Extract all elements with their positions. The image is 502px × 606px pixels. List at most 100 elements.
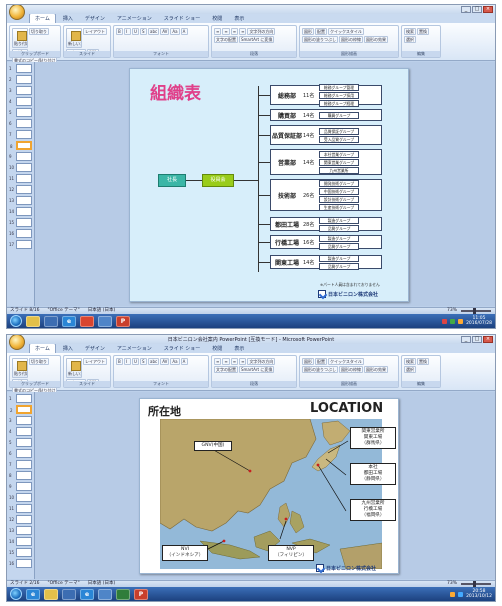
slide-thumbnail[interactable]: 11: [9, 504, 32, 513]
ribbon-button[interactable]: 図形: [302, 28, 314, 35]
office-button-icon[interactable]: [9, 5, 25, 20]
media-player-icon[interactable]: [62, 588, 76, 600]
slide-thumbnail[interactable]: 1: [9, 64, 32, 73]
ribbon-button[interactable]: 文字の配置: [214, 36, 238, 43]
ribbon-button[interactable]: Aa: [170, 28, 180, 35]
ribbon-button[interactable]: ≡: [239, 28, 247, 35]
start-button-icon[interactable]: [10, 588, 22, 600]
slide-thumbnail[interactable]: 3: [9, 416, 32, 425]
ribbon-button[interactable]: S: [140, 28, 147, 35]
slide-thumbnail[interactable]: 8: [10, 141, 32, 150]
ribbon-button[interactable]: レイアウト: [83, 358, 107, 365]
ribbon-button[interactable]: B: [116, 358, 123, 365]
chrome-icon[interactable]: [80, 315, 94, 327]
slide-thumbnail[interactable]: 12: [9, 185, 32, 194]
slide-org-chart[interactable]: 組織表 社長 役員会 総務部 11名 総務グループ管理 総務グループ採用 総務グループ経…: [129, 68, 409, 302]
start-button-icon[interactable]: [10, 315, 22, 327]
ribbon-button[interactable]: 新しいスライド: [66, 28, 82, 48]
slide-thumbnail[interactable]: 4: [9, 427, 32, 436]
ribbon-button[interactable]: ≡: [239, 358, 247, 365]
slide-thumbnail[interactable]: 9: [9, 152, 32, 161]
ribbon-button[interactable]: 文字列の方向: [247, 28, 276, 35]
slide-thumbnail[interactable]: 1: [9, 394, 32, 403]
ribbon-button[interactable]: 図形: [302, 358, 314, 365]
ribbon-tab[interactable]: ホーム: [29, 13, 56, 23]
ribbon-button[interactable]: A: [180, 358, 188, 365]
ribbon-button[interactable]: U: [132, 358, 139, 365]
slide-thumbnail[interactable]: 2: [9, 75, 32, 84]
ribbon-button[interactable]: 選択: [404, 366, 416, 373]
tray-icon[interactable]: [458, 591, 464, 597]
close-icon[interactable]: ×: [483, 6, 493, 13]
ribbon-button[interactable]: 図形の効果: [364, 366, 389, 373]
maximize-icon[interactable]: □: [472, 6, 482, 13]
slide-thumbnail[interactable]: 7: [9, 130, 32, 139]
tray-icon[interactable]: [450, 318, 456, 324]
slide-thumbnail[interactable]: 2: [10, 405, 32, 414]
ribbon-button[interactable]: 図形の塗りつぶし: [302, 366, 339, 373]
ribbon-tab[interactable]: ホーム: [29, 343, 56, 353]
slide-thumbnail[interactable]: 15: [9, 218, 32, 227]
ribbon-button[interactable]: I: [124, 28, 131, 35]
ribbon-button[interactable]: 置換: [417, 28, 429, 35]
slide-thumbnail[interactable]: 14: [9, 207, 32, 216]
ribbon-button[interactable]: 図形の効果: [364, 36, 389, 43]
slide-thumbnail[interactable]: 4: [9, 97, 32, 106]
minimize-icon[interactable]: _: [461, 6, 471, 13]
ribbon-button[interactable]: U: [132, 28, 139, 35]
powerpoint-icon[interactable]: P: [134, 588, 148, 600]
window-icon[interactable]: [98, 315, 112, 327]
ribbon-button[interactable]: 文字列の方向: [247, 358, 276, 365]
ribbon-button[interactable]: AV: [160, 28, 170, 35]
slide-thumbnail[interactable]: 9: [9, 482, 32, 491]
ribbon-button[interactable]: AV: [160, 358, 170, 365]
ribbon-button[interactable]: I: [124, 358, 131, 365]
ribbon-button[interactable]: クイックスタイル: [328, 28, 364, 35]
tray-icon[interactable]: [458, 318, 464, 324]
ribbon-button[interactable]: ≡: [230, 28, 239, 35]
ribbon-tab[interactable]: 表示: [229, 14, 249, 23]
ribbon-button[interactable]: レイアウト: [83, 28, 107, 35]
ribbon-button[interactable]: SmartArt に変換: [239, 366, 275, 373]
explorer-icon[interactable]: [44, 588, 58, 600]
clock[interactable]: 11:05 2016/07/28: [466, 316, 492, 326]
slide-thumbnail[interactable]: 8: [9, 471, 32, 480]
close-icon[interactable]: ×: [483, 336, 493, 343]
ribbon-button[interactable]: ≡: [230, 358, 239, 365]
slide-thumbnail[interactable]: 5: [9, 438, 32, 447]
internet-explorer-icon[interactable]: e: [26, 588, 40, 600]
excel-icon[interactable]: [116, 588, 130, 600]
ribbon-button[interactable]: 切り取り: [29, 358, 49, 365]
ribbon-button[interactable]: 検索: [404, 28, 416, 35]
slide-thumbnail[interactable]: 12: [9, 515, 32, 524]
slide-thumbnail[interactable]: 5: [9, 108, 32, 117]
ribbon-tab[interactable]: スライド ショー: [159, 14, 206, 23]
ribbon-button[interactable]: ≡: [214, 28, 222, 35]
ribbon-tab[interactable]: 挿入: [58, 14, 78, 23]
ribbon-button[interactable]: 貼り付け: [12, 28, 28, 48]
ribbon-button[interactable]: abc: [148, 358, 160, 365]
slide-thumbnail[interactable]: 10: [9, 163, 32, 172]
ribbon-button[interactable]: ≡: [222, 358, 230, 365]
ribbon-button[interactable]: 新しいスライド: [66, 358, 82, 378]
ribbon-button[interactable]: 貼り付け: [12, 358, 28, 378]
ribbon-tab[interactable]: デザイン: [80, 344, 110, 353]
slide-thumbnail[interactable]: 14: [9, 537, 32, 546]
ribbon-tab[interactable]: 挿入: [58, 344, 78, 353]
ribbon-button[interactable]: クイックスタイル: [328, 358, 364, 365]
ribbon-button[interactable]: SmartArt に変換: [239, 36, 275, 43]
tray-icon[interactable]: [442, 318, 448, 324]
powerpoint-icon[interactable]: P: [116, 315, 130, 327]
ribbon-button[interactable]: 配置: [315, 28, 327, 35]
ribbon-button[interactable]: 切り取り: [29, 28, 49, 35]
office-button-icon[interactable]: [9, 335, 25, 350]
slide-thumbnail[interactable]: 13: [9, 526, 32, 535]
ribbon-button[interactable]: 選択: [404, 36, 416, 43]
slide-thumbnail[interactable]: 16: [9, 559, 32, 568]
ribbon-button[interactable]: A: [180, 28, 188, 35]
ribbon-button[interactable]: abc: [148, 28, 160, 35]
ribbon-button[interactable]: 文字の配置: [214, 366, 238, 373]
ribbon-button[interactable]: Aa: [170, 358, 180, 365]
slide-thumbnail[interactable]: 10: [9, 493, 32, 502]
ribbon-tab[interactable]: 表示: [229, 344, 249, 353]
